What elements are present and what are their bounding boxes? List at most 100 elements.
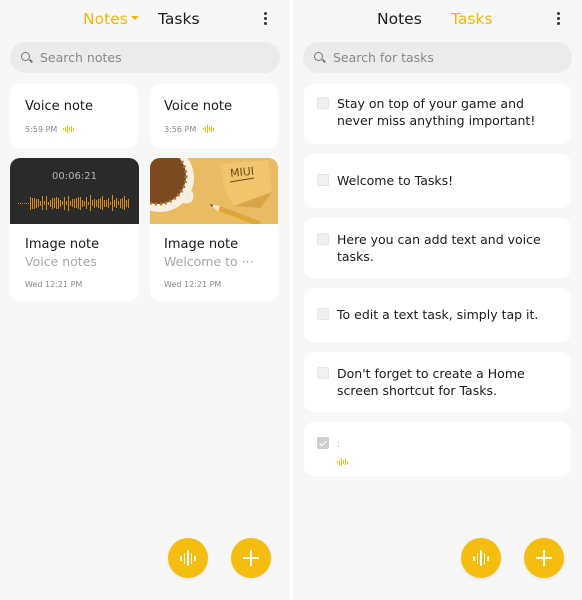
waveform-bar xyxy=(118,201,119,205)
waveform-bar xyxy=(26,202,27,204)
task-text: To edit a text task, simply tap it. xyxy=(337,307,539,322)
task-text: Don't forget to create a Home screen sho… xyxy=(337,366,525,398)
waveform-bar xyxy=(34,197,35,209)
waveform-bar xyxy=(42,196,43,210)
task-text: Stay on top of your game and never miss … xyxy=(337,96,536,128)
waveform-bar xyxy=(92,200,93,206)
note-title: Image note xyxy=(164,237,239,252)
audio-wave-icon xyxy=(203,125,214,133)
task-checkbox[interactable] xyxy=(317,174,329,186)
waveform-bar xyxy=(28,202,29,204)
waveform-bar xyxy=(66,201,67,205)
waveform-bar xyxy=(80,196,81,210)
waveform-bar xyxy=(124,196,125,210)
voice-note-button[interactable] xyxy=(168,538,208,578)
note-card[interactable]: Voice note 5:59 PM xyxy=(10,84,138,148)
tab-tasks[interactable]: Tasks xyxy=(158,10,200,28)
task-item[interactable]: Stay on top of your game and never miss … xyxy=(304,84,571,144)
task-checkbox-checked[interactable] xyxy=(317,437,329,449)
waveform-bar xyxy=(22,202,23,204)
more-vertical-icon[interactable] xyxy=(262,12,268,28)
search-notes-input[interactable]: Search notes xyxy=(10,42,280,73)
note-title: Image note xyxy=(25,237,100,252)
task-item[interactable]: To edit a text task, simply tap it. xyxy=(304,288,571,342)
note-preview: Voice notes xyxy=(25,254,97,269)
voice-task-button[interactable] xyxy=(461,538,501,578)
note-card[interactable]: Voice note 3:56 PM xyxy=(150,84,278,148)
waveform-bar xyxy=(82,199,83,207)
notes-header: Notes Tasks xyxy=(0,8,290,34)
task-item[interactable]: : xyxy=(304,422,571,476)
task-text: Welcome to Tasks! xyxy=(337,173,454,188)
waveform xyxy=(18,195,131,211)
task-checkbox[interactable] xyxy=(317,308,329,320)
waveform-bar xyxy=(96,199,97,207)
waveform-bar xyxy=(76,198,77,208)
tab-tasks[interactable]: Tasks xyxy=(451,10,493,28)
waveform-bar xyxy=(60,199,61,207)
task-item[interactable]: Welcome to Tasks! xyxy=(304,154,571,208)
tasks-header: Notes Tasks xyxy=(293,8,582,34)
task-checkbox[interactable] xyxy=(317,233,329,245)
waveform-bar xyxy=(38,199,39,207)
waveform-bar xyxy=(116,198,117,208)
waveform-bar xyxy=(126,199,127,207)
waveform-bar xyxy=(110,201,111,205)
tab-notes-label: Notes xyxy=(83,10,128,28)
note-title: Voice note xyxy=(25,99,94,114)
note-title: Voice note xyxy=(164,99,233,114)
task-item[interactable]: Don't forget to create a Home screen sho… xyxy=(304,352,571,412)
plus-icon-vertical xyxy=(543,550,545,566)
waveform-bar xyxy=(90,195,91,211)
waveform-bar xyxy=(70,200,71,206)
audio-wave-icon xyxy=(180,549,196,567)
waveform-bar xyxy=(104,199,105,207)
audio-wave-icon xyxy=(337,458,348,466)
waveform-bar xyxy=(46,196,47,210)
waveform-bar xyxy=(40,200,41,206)
note-time: Wed 12:21 PM xyxy=(25,280,83,289)
note-card[interactable]: 00:06:21 Image note Voice notes Wed 12:2… xyxy=(10,158,139,301)
waveform-bar xyxy=(36,198,37,208)
new-task-button[interactable] xyxy=(524,538,564,578)
waveform-bar xyxy=(100,197,101,209)
recording-duration: 00:06:21 xyxy=(52,171,97,182)
tasks-screen: Notes Tasks Search for tasks Stay on top… xyxy=(293,0,582,600)
note-time: 5:59 PM xyxy=(25,125,58,134)
tab-notes[interactable]: Notes xyxy=(377,10,422,28)
caret-down-icon[interactable] xyxy=(130,16,139,20)
sticky-note-text: MIUI xyxy=(229,165,254,180)
waveform-bar xyxy=(106,199,107,207)
waveform-bar xyxy=(62,201,63,205)
note-time: Wed 12:21 PM xyxy=(164,280,222,289)
waveform-bar xyxy=(128,198,129,208)
waveform-bar xyxy=(32,197,33,209)
waveform-bar xyxy=(58,197,59,209)
note-time: 3:56 PM xyxy=(164,125,197,134)
waveform-bar xyxy=(68,195,69,211)
tab-notes[interactable]: Notes xyxy=(83,10,139,28)
task-item[interactable]: Here you can add text and voice tasks. xyxy=(304,218,571,278)
waveform-bar xyxy=(122,197,123,209)
waveform-bar xyxy=(88,201,89,205)
waveform-bar xyxy=(86,197,87,209)
note-card[interactable]: MIUI Image note Welcome to ··· Wed 12:21… xyxy=(150,158,278,301)
waveform-bar xyxy=(44,201,45,205)
new-note-button[interactable] xyxy=(231,538,271,578)
waveform-bar xyxy=(52,197,53,209)
plus-icon-vertical xyxy=(250,550,252,566)
task-checkbox[interactable] xyxy=(317,97,329,109)
waveform-bar xyxy=(30,196,31,210)
task-text: Here you can add text and voice tasks. xyxy=(337,232,541,264)
task-checkbox[interactable] xyxy=(317,367,329,379)
audio-wave-icon xyxy=(63,125,74,133)
waveform-bar xyxy=(48,201,49,205)
waveform-bar xyxy=(20,202,21,204)
search-tasks-input[interactable]: Search for tasks xyxy=(303,42,572,73)
audio-wave-icon xyxy=(473,549,489,567)
search-placeholder: Search for tasks xyxy=(333,50,434,65)
waveform-bar xyxy=(108,198,109,208)
more-vertical-icon[interactable] xyxy=(555,12,561,28)
search-icon xyxy=(21,52,30,61)
waveform-bar xyxy=(112,195,113,211)
